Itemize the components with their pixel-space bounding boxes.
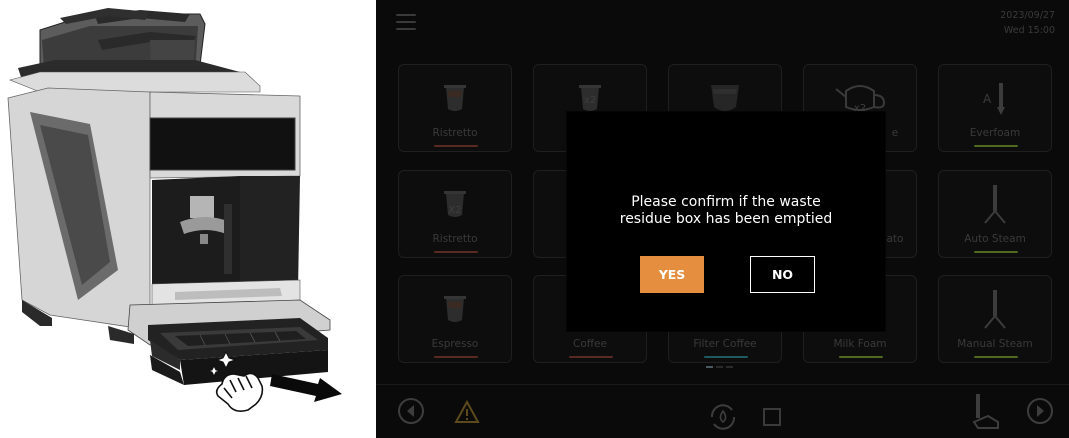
hand-icon bbox=[215, 372, 264, 412]
steam-wand-icon bbox=[984, 290, 1006, 329]
page-indicator bbox=[706, 366, 733, 368]
stop-square-icon[interactable] bbox=[763, 408, 781, 426]
tile-espresso[interactable]: Espresso bbox=[398, 275, 512, 363]
dialog-message: Please confirm if the waste residue box … bbox=[567, 194, 885, 228]
chevron-left-icon[interactable] bbox=[398, 398, 424, 424]
tile-label: Ristretto bbox=[432, 127, 478, 139]
tile-label: Milk Foam bbox=[833, 338, 887, 350]
tile-ristretto-double[interactable]: X2 Ristretto bbox=[398, 170, 512, 258]
tile-ristretto[interactable]: Ristretto bbox=[398, 64, 512, 152]
warning-triangle-icon[interactable] bbox=[454, 400, 480, 424]
tile-label: Espresso bbox=[431, 338, 479, 350]
touchscreen: 2023/09/27 Wed 15:00 Ristretto x2 x2 e A… bbox=[376, 0, 1069, 438]
tile-label: Coffee bbox=[573, 338, 607, 350]
service-hand-icon[interactable] bbox=[970, 392, 1006, 432]
svg-text:X2: X2 bbox=[448, 205, 461, 216]
svg-text:A: A bbox=[983, 92, 992, 106]
category-bar bbox=[434, 251, 478, 253]
double-espresso-cup-icon: X2 bbox=[444, 191, 466, 217]
datetime-display: 2023/09/27 Wed 15:00 bbox=[1000, 8, 1055, 38]
category-bar bbox=[974, 356, 1018, 358]
pull-arrow-icon bbox=[270, 374, 342, 402]
tile-label: Ristretto bbox=[432, 233, 478, 245]
machine-display bbox=[149, 117, 296, 171]
hamburger-menu-icon[interactable] bbox=[396, 14, 416, 30]
tile-manual-steam[interactable]: Manual Steam bbox=[938, 275, 1052, 363]
water-drop-cycle-icon[interactable] bbox=[706, 400, 740, 434]
confirm-dialog: Please confirm if the waste residue box … bbox=[566, 111, 886, 332]
category-bar bbox=[434, 145, 478, 147]
category-bar bbox=[569, 356, 613, 358]
chevron-right-icon[interactable] bbox=[1027, 398, 1053, 424]
foam-wand-icon: A bbox=[983, 83, 1005, 115]
tile-label: Filter Coffee bbox=[693, 338, 757, 350]
category-bar bbox=[839, 356, 883, 358]
date-text: 2023/09/27 bbox=[1000, 10, 1055, 21]
category-bar bbox=[434, 356, 478, 358]
weekday-time-text: Wed 15:00 bbox=[1003, 25, 1055, 36]
tile-label: Auto Steam bbox=[964, 233, 1026, 245]
dialog-message-line2: residue box has been emptied bbox=[619, 211, 833, 227]
tile-everfoam[interactable]: A Everfoam bbox=[938, 64, 1052, 152]
category-bar bbox=[704, 356, 748, 358]
yes-button[interactable]: YES bbox=[640, 256, 704, 293]
coffee-machine-illustration bbox=[7, 8, 342, 412]
tile-label: Manual Steam bbox=[957, 338, 1033, 350]
steam-wand-icon bbox=[984, 185, 1006, 224]
no-button[interactable]: NO bbox=[750, 256, 815, 293]
tile-label: Everfoam bbox=[969, 127, 1021, 139]
espresso-cup-icon bbox=[444, 296, 466, 322]
bottom-divider bbox=[376, 384, 1069, 385]
category-bar bbox=[974, 145, 1018, 147]
svg-text:x2: x2 bbox=[584, 95, 596, 106]
dialog-message-line1: Please confirm if the waste bbox=[631, 194, 821, 210]
category-bar bbox=[974, 251, 1018, 253]
espresso-cup-icon bbox=[444, 85, 466, 111]
tile-auto-steam[interactable]: Auto Steam bbox=[938, 170, 1052, 258]
